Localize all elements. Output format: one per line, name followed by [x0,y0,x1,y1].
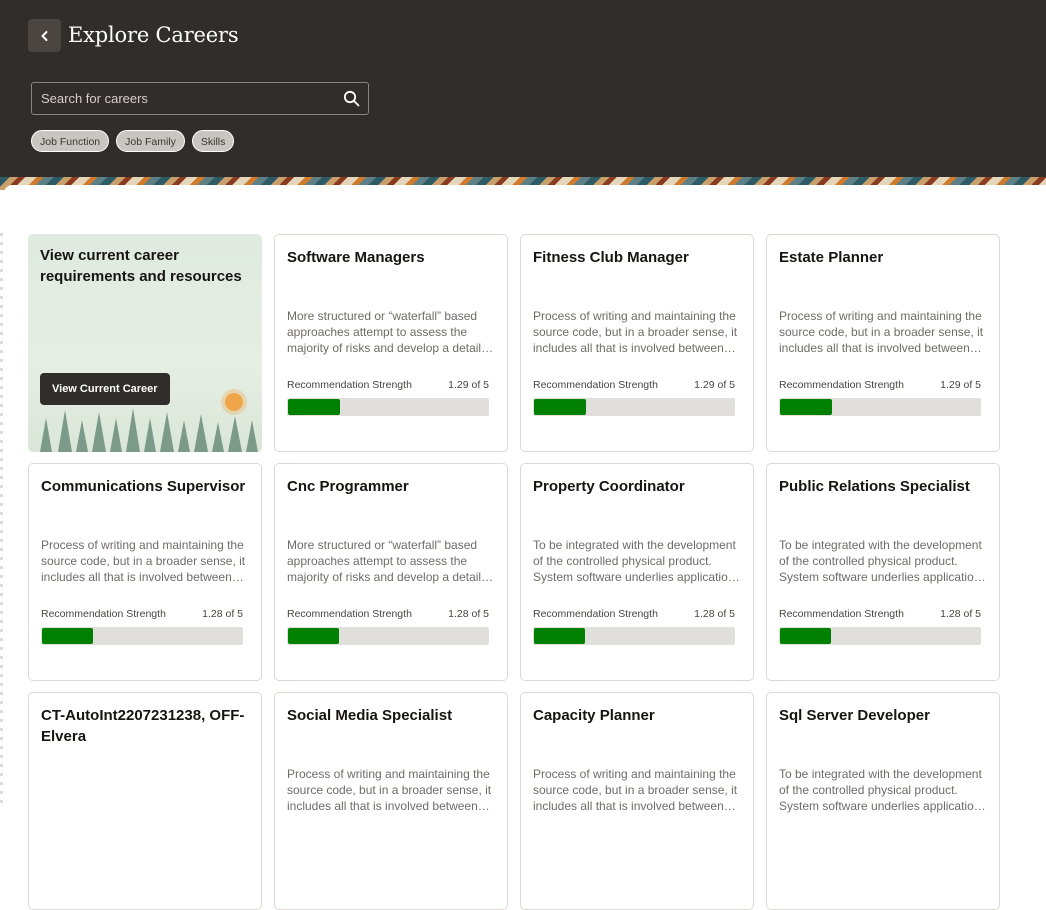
career-description: Process of writing and maintaining the s… [533,309,738,355]
career-card[interactable]: Estate Planner Process of writing and ma… [766,234,1000,452]
career-description: To be integrated with the development of… [779,767,987,813]
recommendation-row: Recommendation Strength 1.29 of 5 [287,379,489,391]
recommendation-value: 1.29 of 5 [694,379,735,391]
career-title: Fitness Club Manager [533,249,689,266]
recommendation-row: Recommendation Strength 1.28 of 5 [287,608,489,620]
career-title: Cnc Programmer [287,478,409,495]
career-description: Process of writing and maintaining the s… [287,767,492,813]
recommendation-bar [779,627,981,645]
career-title: Communications Supervisor [41,478,246,495]
recommendation-label: Recommendation Strength [533,608,658,620]
career-card[interactable]: CT-AutoInt2207231238, OFF-Elvera [28,692,262,910]
career-title: Property Coordinator [533,478,685,495]
chip-job-family[interactable]: Job Family [116,130,185,152]
recommendation-fill [534,628,585,644]
career-description: Process of writing and maintaining the s… [41,538,246,584]
recommendation-value: 1.28 of 5 [448,608,489,620]
recommendation-fill [534,399,586,415]
career-card[interactable]: Public Relations Specialist To be integr… [766,463,1000,681]
recommendation-fill [42,628,93,644]
filter-chips: Job Function Job Family Skills [31,130,235,152]
left-edge-decoration [0,233,3,806]
recommendation-bar [533,398,735,416]
recommendation-value: 1.28 of 5 [202,608,243,620]
recommendation-row: Recommendation Strength 1.29 of 5 [779,379,981,391]
recommendation-row: Recommendation Strength 1.29 of 5 [533,379,735,391]
career-description: Process of writing and maintaining the s… [779,309,984,355]
career-card[interactable]: Software Managers More structured or “wa… [274,234,508,452]
career-title: Social Media Specialist [287,707,453,724]
back-button[interactable] [28,19,61,52]
recommendation-label: Recommendation Strength [779,608,904,620]
chip-skills[interactable]: Skills [191,130,235,152]
career-card[interactable]: Property Coordinator To be integrated wi… [520,463,754,681]
recommendation-row: Recommendation Strength 1.28 of 5 [533,608,735,620]
career-title: Sql Server Developer [779,707,930,724]
recommendation-bar [779,398,981,416]
recommendation-value: 1.29 of 5 [940,379,981,391]
recommendation-row: Recommendation Strength 1.28 of 5 [41,608,243,620]
chevron-left-icon [41,30,47,41]
career-title: Software Managers [287,249,425,266]
forest-illustration [40,389,258,452]
recommendation-value: 1.28 of 5 [940,608,981,620]
recommendation-label: Recommendation Strength [533,379,658,391]
career-title: Capacity Planner [533,707,655,724]
career-title: CT-AutoInt2207231238, OFF-Elvera [41,707,245,745]
career-card[interactable]: Capacity Planner Process of writing and … [520,692,754,910]
page-title: Explore Careers [68,23,239,47]
recommendation-label: Recommendation Strength [287,379,412,391]
search-box [31,82,369,115]
career-card[interactable]: Fitness Club Manager Process of writing … [520,234,754,452]
career-card[interactable]: Social Media Specialist Process of writi… [274,692,508,910]
career-title: Estate Planner [779,249,884,266]
recommendation-bar [287,398,489,416]
career-description: More structured or “waterfall” based app… [287,309,495,355]
career-card[interactable]: Communications Supervisor Process of wri… [28,463,262,681]
recommendation-label: Recommendation Strength [41,608,166,620]
recommendation-fill [288,628,339,644]
search-input[interactable] [32,83,322,114]
career-card[interactable]: Sql Server Developer To be integrated wi… [766,692,1000,910]
recommendation-fill [780,399,832,415]
career-description: To be integrated with the development of… [533,538,741,584]
recommendation-bar [533,627,735,645]
recommendation-row: Recommendation Strength 1.28 of 5 [779,608,981,620]
career-description: Process of writing and maintaining the s… [533,767,738,813]
current-career-title: View current career requirements and res… [40,247,242,285]
recommendation-fill [780,628,831,644]
career-title: Public Relations Specialist [779,478,970,495]
career-card[interactable]: Cnc Programmer More structured or “water… [274,463,508,681]
page-header: Explore Careers Job Function Job Family … [0,0,1046,180]
recommendation-bar [287,627,489,645]
recommendation-label: Recommendation Strength [287,608,412,620]
recommendation-value: 1.28 of 5 [694,608,735,620]
search-icon[interactable] [343,90,360,107]
recommendation-fill [288,399,340,415]
career-grid: View current career requirements and res… [28,234,1000,910]
career-description: To be integrated with the development of… [779,538,987,584]
career-description: More structured or “waterfall” based app… [287,538,495,584]
recommendation-bar [41,627,243,645]
recommendation-label: Recommendation Strength [779,379,904,391]
chip-job-function[interactable]: Job Function [31,130,110,152]
recommendation-value: 1.29 of 5 [448,379,489,391]
current-career-card: View current career requirements and res… [28,234,262,452]
